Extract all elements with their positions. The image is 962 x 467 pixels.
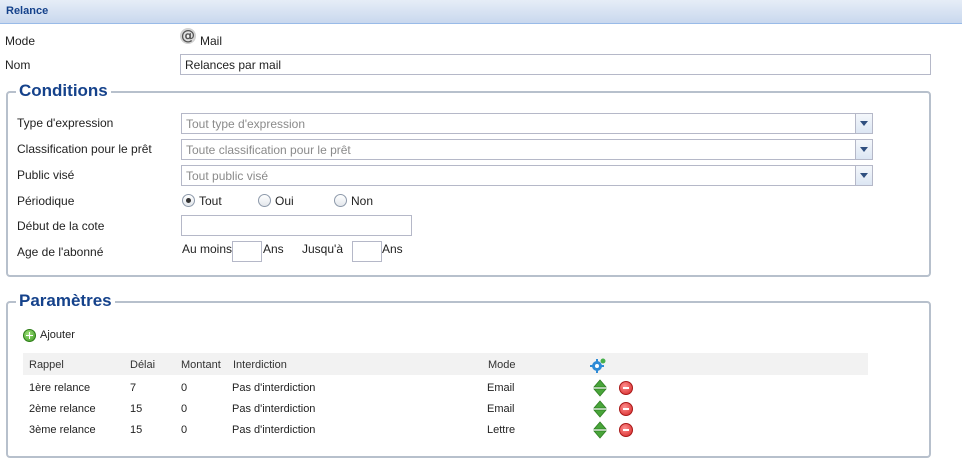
- age-max-input[interactable]: [352, 241, 382, 262]
- column-delai[interactable]: Délai: [130, 359, 155, 371]
- periodique-radio-oui[interactable]: [258, 194, 271, 207]
- panel-header: Relance: [0, 0, 962, 24]
- gear-icon[interactable]: [590, 357, 606, 373]
- debut-cote-label: Début de la cote: [17, 219, 105, 233]
- row-interdiction: Pas d'interdiction: [232, 403, 316, 415]
- column-rappel[interactable]: Rappel: [29, 359, 64, 371]
- delete-icon[interactable]: [619, 402, 633, 416]
- add-button-label: Ajouter: [40, 329, 75, 341]
- periodique-option-non: Non: [351, 194, 374, 208]
- periodique-option-tout: Tout: [199, 194, 222, 208]
- age-min-input[interactable]: [232, 241, 262, 262]
- column-interdiction[interactable]: Interdiction: [233, 359, 287, 371]
- table-row[interactable]: 2ème relance 15 0 Pas d'interdiction Ema…: [23, 400, 868, 420]
- parametres-legend: Paramètres: [16, 291, 115, 311]
- row-montant: 0: [181, 382, 188, 394]
- row-mode: Lettre: [487, 424, 516, 436]
- add-button[interactable]: Ajouter: [22, 327, 82, 344]
- column-montant[interactable]: Montant: [181, 359, 221, 371]
- classification-combo[interactable]: Toute classification pour le prêt: [181, 139, 873, 160]
- panel-title: Relance: [6, 5, 49, 17]
- au-moins-label: Au moins: [182, 242, 233, 256]
- classification-label: Classification pour le prêt: [17, 142, 152, 156]
- column-mode[interactable]: Mode: [488, 359, 516, 371]
- row-rappel: 2ème relance: [29, 403, 96, 415]
- row-rappel: 1ère relance: [29, 382, 91, 394]
- add-icon: [23, 329, 36, 342]
- row-delai: 7: [130, 382, 137, 394]
- row-mode: Email: [487, 403, 515, 415]
- mode-label: Mode: [5, 34, 36, 48]
- public-vise-combo[interactable]: Tout public visé: [181, 165, 873, 186]
- type-expression-dropdown-icon[interactable]: [855, 114, 872, 133]
- row-montant: 0: [181, 403, 188, 415]
- delete-icon[interactable]: [619, 381, 633, 395]
- periodique-option-oui: Oui: [275, 194, 294, 208]
- debut-cote-input[interactable]: [181, 215, 412, 236]
- classification-dropdown-icon[interactable]: [855, 140, 872, 159]
- nom-input[interactable]: Relances par mail: [180, 54, 931, 75]
- up-down-arrows-icon[interactable]: [593, 379, 607, 397]
- classification-value: Toute classification pour le prêt: [186, 143, 351, 157]
- row-montant: 0: [181, 424, 188, 436]
- type-expression-value: Tout type d'expression: [186, 117, 306, 131]
- row-delai: 15: [130, 403, 143, 415]
- grid-header: Rappel Délai Montant Interdiction Mode: [23, 353, 868, 375]
- table-row[interactable]: 1ère relance 7 0 Pas d'interdiction Emai…: [23, 379, 868, 399]
- table-row[interactable]: 3ème relance 15 0 Pas d'interdiction Let…: [23, 421, 868, 441]
- periodique-radio-tout[interactable]: [182, 194, 195, 207]
- periodique-label: Périodique: [17, 194, 75, 208]
- type-expression-combo[interactable]: Tout type d'expression: [181, 113, 873, 134]
- public-vise-label: Public visé: [17, 168, 75, 182]
- jusqua-label: Jusqu'à: [302, 242, 343, 256]
- delete-icon[interactable]: [619, 423, 633, 437]
- public-vise-dropdown-icon[interactable]: [855, 166, 872, 185]
- ans-label-1: Ans: [263, 242, 284, 256]
- row-interdiction: Pas d'interdiction: [232, 382, 316, 394]
- periodique-radio-non[interactable]: [334, 194, 347, 207]
- up-down-arrows-icon[interactable]: [593, 400, 607, 418]
- row-interdiction: Pas d'interdiction: [232, 424, 316, 436]
- nom-label: Nom: [5, 58, 31, 72]
- row-rappel: 3ème relance: [29, 424, 96, 436]
- at-sign-icon: @: [180, 28, 196, 44]
- type-expression-label: Type d'expression: [17, 116, 114, 130]
- conditions-legend: Conditions: [16, 81, 111, 101]
- row-mode: Email: [487, 382, 515, 394]
- row-delai: 15: [130, 424, 143, 436]
- age-label: Age de l'abonné: [17, 245, 104, 259]
- public-vise-value: Tout public visé: [186, 169, 269, 183]
- up-down-arrows-icon[interactable]: [593, 421, 607, 439]
- mode-value: Mail: [200, 34, 223, 48]
- ans-label-2: Ans: [382, 242, 403, 256]
